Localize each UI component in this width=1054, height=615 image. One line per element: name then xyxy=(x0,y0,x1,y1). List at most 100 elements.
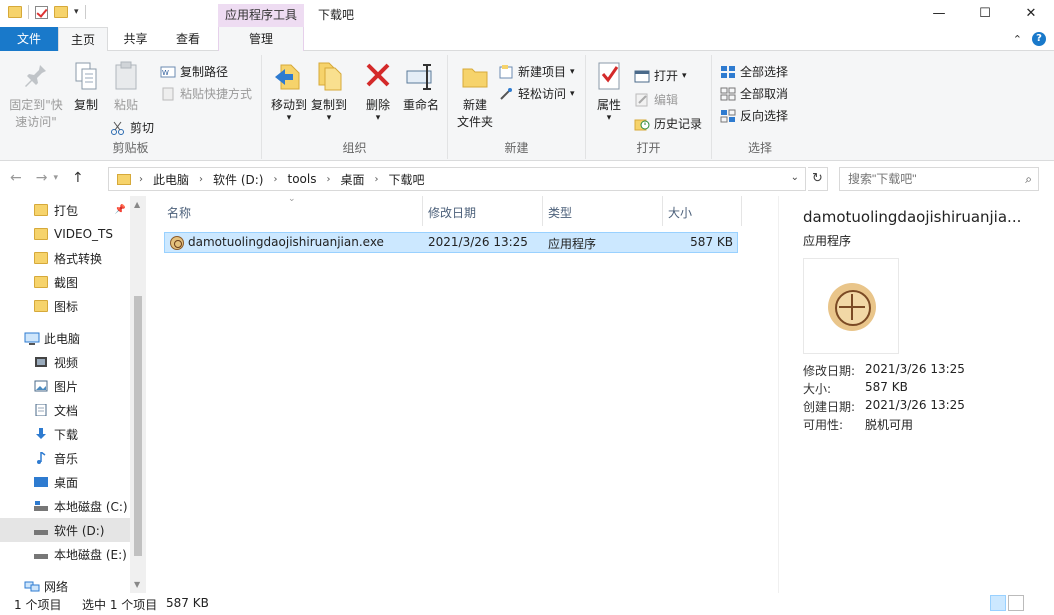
invert-selection-button[interactable]: 反向选择 xyxy=(720,107,788,124)
rename-label: 重命名 xyxy=(402,98,439,112)
column-modified[interactable]: 修改日期 xyxy=(428,204,476,222)
details-view-button[interactable] xyxy=(990,595,1006,611)
new-folder-icon[interactable] xyxy=(54,6,68,18)
customize-qat-icon[interactable]: ▾ xyxy=(74,7,79,17)
cut-button[interactable]: 剪切 xyxy=(110,119,154,136)
nav-desktop[interactable]: 桌面 xyxy=(0,470,130,494)
refresh-button[interactable]: ↻ xyxy=(808,167,828,191)
nav-quick-item[interactable]: 图标 xyxy=(0,294,130,318)
properties-icon[interactable] xyxy=(35,5,48,19)
open-button[interactable]: 打开 ▾ xyxy=(634,67,687,84)
paste-label: 粘贴 xyxy=(113,98,138,112)
delete-button[interactable]: 删除 ▾ xyxy=(362,59,394,123)
forward-arrow-icon[interactable]: → xyxy=(36,170,48,186)
tab-home[interactable]: 主页 xyxy=(58,27,108,52)
breadcrumb-desktop[interactable]: 桌面 xyxy=(340,171,364,188)
chevron-up-icon[interactable]: ⌃ xyxy=(1013,33,1022,46)
up-arrow-icon[interactable]: ↑ xyxy=(72,170,84,186)
breadcrumb-separator-icon[interactable]: › xyxy=(139,174,143,185)
copy-button[interactable]: 复制 xyxy=(68,59,104,113)
nav-quick-item[interactable]: VIDEO_TS xyxy=(0,222,130,246)
scroll-down-icon[interactable]: ▼ xyxy=(134,580,140,589)
large-icons-view-button[interactable] xyxy=(1008,595,1024,611)
pin-quick-access-button[interactable]: 固定到"快 速访问" xyxy=(6,59,66,130)
select-none-button[interactable]: 全部取消 xyxy=(720,85,788,102)
nav-drive-c[interactable]: 本地磁盘 (C:) xyxy=(0,494,130,518)
breadcrumb-separator-icon[interactable]: › xyxy=(374,174,378,185)
copy-path-button[interactable]: W 复制路径 xyxy=(160,63,228,80)
column-type[interactable]: 类型 xyxy=(548,204,572,222)
copy-to-button[interactable]: 复制到 ▾ xyxy=(308,59,350,123)
scrollbar-thumb[interactable] xyxy=(134,296,142,556)
nav-music[interactable]: 音乐 xyxy=(0,446,130,470)
nav-scrollbar[interactable]: ▲ ▼ xyxy=(130,196,146,593)
nav-drive-e[interactable]: 本地磁盘 (E:) xyxy=(0,542,130,566)
nav-quick-item[interactable]: 格式转换 xyxy=(0,246,130,270)
help-icon[interactable]: ? xyxy=(1032,32,1046,46)
breadcrumb-this-pc[interactable]: 此电脑 xyxy=(153,171,189,188)
address-bar[interactable]: › 此电脑 › 软件 (D:) › tools › 桌面 › 下载吧 ⌄ xyxy=(108,167,806,191)
rename-button[interactable]: 重命名 xyxy=(400,59,442,113)
breadcrumb-separator-icon[interactable]: › xyxy=(273,174,277,185)
tab-manage[interactable]: 管理 xyxy=(218,27,304,51)
search-input[interactable] xyxy=(840,168,1010,190)
details-pane: damotuolingdaojishiruanjia... 应用程序 修改日期:… xyxy=(778,196,1054,593)
nav-label: 桌面 xyxy=(54,475,79,490)
history-button[interactable]: 历史记录 xyxy=(634,115,702,132)
drive-icon xyxy=(34,548,48,560)
minimize-button[interactable]: — xyxy=(916,0,962,27)
edit-button[interactable]: 编辑 xyxy=(634,91,678,108)
scroll-up-icon[interactable]: ▲ xyxy=(134,200,140,209)
nav-this-pc[interactable]: 此电脑 xyxy=(0,326,130,350)
paste-shortcut-button[interactable]: 粘贴快捷方式 xyxy=(160,85,252,102)
nav-videos[interactable]: 视频 xyxy=(0,350,130,374)
nav-quick-item[interactable]: 截图 xyxy=(0,270,130,294)
paste-button[interactable]: 粘贴 xyxy=(108,59,144,113)
column-divider[interactable] xyxy=(542,196,543,226)
column-name[interactable]: 名称 xyxy=(167,204,191,222)
search-box[interactable]: ⌕ xyxy=(839,167,1039,191)
nav-label: 软件 (D:) xyxy=(54,523,105,538)
search-icon[interactable]: ⌕ xyxy=(1025,172,1032,187)
properties-button[interactable]: 属性 ▾ xyxy=(592,59,626,123)
column-divider[interactable] xyxy=(741,196,742,226)
back-arrow-icon[interactable]: ← xyxy=(10,170,22,186)
move-to-button[interactable]: 移动到 ▾ xyxy=(266,59,312,123)
invert-selection-icon xyxy=(720,109,736,123)
paste-shortcut-icon xyxy=(160,87,176,101)
tab-view[interactable]: 查看 xyxy=(163,27,213,51)
recent-locations-icon[interactable]: ▾ xyxy=(53,173,58,186)
nav-label: 文档 xyxy=(54,403,79,418)
nav-documents[interactable]: 文档 xyxy=(0,398,130,422)
pin-icon[interactable]: 📌 xyxy=(115,205,126,215)
nav-pictures[interactable]: 图片 xyxy=(0,374,130,398)
column-divider[interactable] xyxy=(662,196,663,226)
tab-share[interactable]: 共享 xyxy=(113,27,158,51)
new-folder-button[interactable]: 新建 文件夹 xyxy=(452,59,498,130)
tab-file[interactable]: 文件 xyxy=(0,27,58,51)
close-button[interactable]: ✕ xyxy=(1008,0,1054,27)
prop-label: 修改日期: xyxy=(803,364,856,378)
nav-drive-d[interactable]: 软件 (D:) xyxy=(0,518,130,542)
application-icon xyxy=(170,236,184,250)
file-row[interactable]: damotuolingdaojishiruanjian.exe 2021/3/2… xyxy=(164,232,738,253)
breadcrumb-separator-icon[interactable]: › xyxy=(199,174,203,185)
column-size[interactable]: 大小 xyxy=(668,204,692,222)
breadcrumb-tools[interactable]: tools xyxy=(287,172,316,186)
delete-label: 删除 xyxy=(365,98,390,112)
breadcrumb-drive-d[interactable]: 软件 (D:) xyxy=(213,171,263,188)
nav-downloads[interactable]: 下载 xyxy=(0,422,130,446)
breadcrumb-current[interactable]: 下载吧 xyxy=(388,171,424,188)
nav-label: 格式转换 xyxy=(54,251,103,266)
select-all-button[interactable]: 全部选择 xyxy=(720,63,788,80)
maximize-button[interactable]: ☐ xyxy=(962,0,1008,27)
new-item-button[interactable]: 新建项目 ▾ xyxy=(498,63,575,80)
nav-label: 打包 xyxy=(54,203,79,218)
easy-access-button[interactable]: 轻松访问 ▾ xyxy=(498,85,575,102)
document-icon xyxy=(34,403,48,417)
address-history-icon[interactable]: ⌄ xyxy=(791,172,799,183)
preview-title: damotuolingdaojishiruanjia... xyxy=(803,208,1022,226)
breadcrumb-separator-icon[interactable]: › xyxy=(326,174,330,185)
nav-quick-item[interactable]: 打包 📌 xyxy=(0,198,130,222)
column-divider[interactable] xyxy=(422,196,423,226)
